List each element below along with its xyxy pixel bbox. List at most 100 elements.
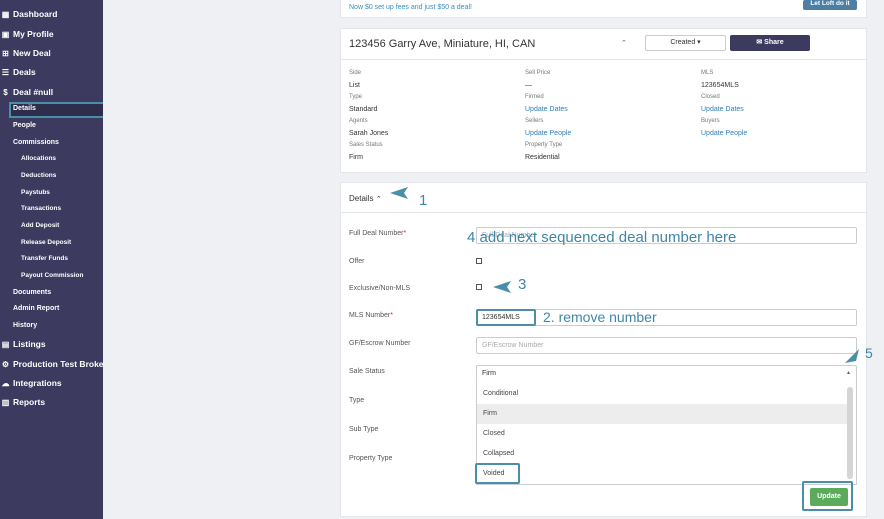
plus-icon: ⊞ (2, 48, 9, 58)
promo-banner-text: Now $0 set up fees and just $50 a deal! (349, 4, 472, 11)
buyers-update-people-link[interactable]: Update People (701, 130, 747, 137)
annotation-arrow-1 (390, 187, 408, 199)
sidebar-item-admin-report[interactable]: Admin Report (13, 305, 59, 312)
closed-update-dates-link[interactable]: Update Dates (701, 106, 744, 113)
full-deal-number-label: Full Deal Number* (349, 230, 407, 237)
created-dropdown-button[interactable]: Created ▾ (645, 35, 726, 51)
sidebar-item-transfer-funds[interactable]: Transfer Funds (21, 255, 68, 262)
sidebar-item-label: Payout Commission (21, 272, 84, 279)
sidebar-item-add-deposit[interactable]: Add Deposit (21, 222, 59, 229)
sidebar-item-deals[interactable]: ☰ Deals (0, 67, 36, 77)
sidebar-item-deductions[interactable]: Deductions (21, 172, 56, 179)
sidebar-item-label: New Deal (13, 48, 51, 58)
sidebar-item-dashboard[interactable]: ▦ Dashboard (0, 9, 58, 19)
sidebar-item-allocations[interactable]: Allocations (21, 155, 56, 162)
sidebar-item-history[interactable]: History (13, 322, 37, 329)
sale-status-option-collapsed[interactable]: Collapsed (477, 444, 847, 464)
sidebar-item-label: Production Test Broke (13, 359, 103, 369)
exclusive-label: Exclusive/Non-MLS (349, 285, 411, 292)
sidebar-item-label: Allocations (21, 155, 57, 162)
annotation-box-update (802, 481, 853, 511)
sidebar-item-payout-commission[interactable]: Payout Commission (21, 272, 83, 279)
sidebar-item-release-deposit[interactable]: Release Deposit (21, 239, 71, 246)
sidebar-item-my-profile[interactable]: ▣ My Profile (0, 29, 54, 39)
sidebar-item-details[interactable]: Details (13, 105, 36, 112)
property-type-field-label: Property Type (349, 455, 393, 462)
chevron-up-icon: ▴ (846, 370, 850, 376)
sidebar-item-label: Transactions (21, 205, 62, 212)
share-label: Share (764, 39, 784, 46)
details-title-text: Details (349, 194, 374, 203)
sale-status-option-closed[interactable]: Closed (477, 424, 847, 444)
sales-status-value: Firm (349, 154, 363, 161)
sidebar-item-transactions[interactable]: Transactions (21, 205, 61, 212)
sidebar-item-label: Add Deposit (21, 222, 60, 229)
sidebar-item-integrations[interactable]: ☁ Integrations (0, 378, 62, 388)
sidebar-item-people[interactable]: People (13, 122, 36, 129)
annotation-box-mls (476, 309, 536, 326)
sidebar-item-label: Transfer Funds (21, 255, 68, 262)
chart-icon: ▥ (1, 397, 10, 407)
firmed-update-dates-link[interactable]: Update Dates (525, 106, 568, 113)
header-divider (340, 59, 867, 60)
sidebar-item-label: History (13, 322, 38, 329)
share-button[interactable]: ✉ Share (730, 35, 810, 51)
sidebar-item-label: Deductions (21, 172, 57, 179)
collapse-chevron-icon[interactable]: ⌃ (621, 39, 627, 47)
sidebar-item-commissions[interactable]: Commissions (13, 139, 59, 146)
exclusive-checkbox[interactable] (476, 284, 482, 290)
deal-address: 123456 Garry Ave, Miniature, HI, CAN (349, 38, 536, 50)
list-icon: ☰ (1, 67, 10, 77)
sellers-update-people-link[interactable]: Update People (525, 130, 571, 137)
annotation-arrow-5 (845, 349, 859, 363)
sale-status-option-firm[interactable]: Firm (477, 404, 847, 424)
annotation-3: 3 (518, 276, 527, 293)
sidebar-item-documents[interactable]: Documents (13, 289, 51, 296)
sidebar-item-label: Deal #null (13, 87, 54, 97)
sidebar-item-label: Details (13, 105, 36, 112)
chevron-up-icon: ⌃ (375, 196, 382, 203)
sidebar-item-label: Paystubs (21, 189, 50, 196)
firmed-label: Firmed (525, 94, 544, 100)
sidebar-item-listings[interactable]: ▤ Listings (0, 339, 46, 349)
details-divider (340, 212, 867, 213)
type-label: Type (349, 94, 363, 100)
dropdown-scrollbar[interactable] (847, 387, 853, 479)
dashboard-icon: ▦ (1, 9, 10, 19)
sub-type-field-label: Sub Type (349, 426, 379, 433)
side-value: List (349, 82, 360, 89)
sidebar-item-new-deal[interactable]: ⊞ New Deal (0, 48, 51, 58)
sale-status-option-voided[interactable]: Voided (477, 464, 847, 484)
annotation-2: 2. remove number (543, 309, 657, 325)
property-type-label: Property Type (525, 142, 563, 148)
sidebar-item-label: People (13, 122, 36, 129)
cloud-icon: ☁ (1, 378, 10, 388)
listings-icon: ▤ (1, 339, 10, 349)
sale-status-dropdown-list: Conditional Firm Closed Collapsed Voided (476, 383, 857, 485)
sidebar-item-paystubs[interactable]: Paystubs (21, 189, 50, 196)
gf-escrow-label: GF/Escrow Number (349, 340, 411, 347)
side-label: Side (349, 70, 362, 76)
annotation-5: 5 (865, 345, 873, 361)
details-section-title[interactable]: Details ⌃ (349, 194, 382, 203)
sale-status-option-conditional[interactable]: Conditional (477, 384, 847, 404)
property-type-value: Residential (525, 154, 560, 161)
sale-status-select[interactable]: Firm ▴ (476, 365, 857, 384)
full-deal-number-label-text: Full Deal Number (349, 230, 404, 237)
sidebar-item-label: Release Deposit (21, 239, 72, 246)
sales-status-label: Sales Status (349, 142, 383, 148)
sidebar-item-reports[interactable]: ▥ Reports (0, 397, 45, 407)
sidebar-item-production-test-broke[interactable]: ⚙ Production Test Broke (0, 359, 103, 369)
user-icon: ▣ (1, 29, 10, 39)
offer-label: Offer (349, 258, 365, 265)
sidebar-item-label: Integrations (13, 378, 62, 388)
sellers-label: Sellers (525, 118, 544, 124)
offer-checkbox[interactable] (476, 258, 482, 264)
annotation-1: 1 (419, 192, 428, 209)
annotation-arrow-3 (493, 281, 511, 293)
mls-label: MLS (701, 70, 714, 76)
sidebar-item-label: Deals (13, 67, 36, 77)
gf-escrow-input[interactable]: GF/Escrow Number (476, 337, 857, 354)
let-loft-do-it-button[interactable]: Let Loft do it (803, 0, 857, 10)
sidebar-item-deal-null[interactable]: $ Deal #null (0, 87, 53, 97)
